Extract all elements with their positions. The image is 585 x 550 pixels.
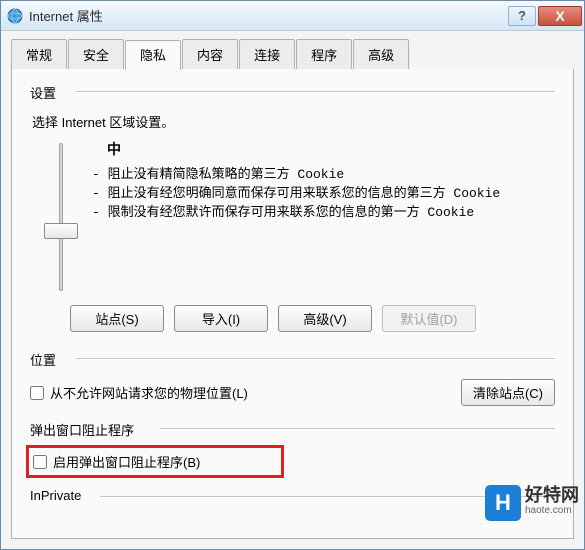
settings-button-row: 站点(S) 导入(I) 高级(V) 默认值(D): [70, 305, 555, 332]
enable-popup-blocker-row[interactable]: 启用弹出窗口阻止程序(B): [33, 452, 277, 471]
watermark-badge: H: [485, 485, 521, 521]
tab-security[interactable]: 安全: [68, 39, 124, 69]
divider: [160, 428, 555, 429]
location-row: 从不允许网站请求您的物理位置(L) 清除站点(C): [30, 379, 555, 406]
bullet-2: - 阻止没有经您明确同意而保存可用来联系您的信息的第三方 Cookie: [92, 184, 555, 203]
enable-popup-blocker-label: 启用弹出窗口阻止程序(B): [53, 452, 200, 471]
divider: [76, 358, 555, 359]
clear-sites-button[interactable]: 清除站点(C): [461, 379, 555, 406]
window-title: Internet 属性: [29, 6, 506, 25]
never-allow-location-label: 从不允许网站请求您的物理位置(L): [50, 383, 248, 402]
divider: [76, 91, 555, 92]
watermark: H 好特网 haote.com: [485, 485, 579, 521]
titlebar: Internet 属性 ? X: [1, 1, 584, 31]
slider-thumb[interactable]: [44, 223, 78, 239]
location-section-label: 位置: [30, 350, 555, 369]
close-button[interactable]: X: [538, 6, 582, 26]
bullet-1: - 阻止没有精简隐私策略的第三方 Cookie: [92, 165, 555, 184]
advanced-button[interactable]: 高级(V): [278, 305, 372, 332]
slider-groove: [59, 143, 63, 291]
tab-panel-privacy: 设置 选择 Internet 区域设置。 中 - 阻止没有精简隐私策略的第三方 …: [11, 69, 574, 539]
help-button[interactable]: ?: [508, 6, 536, 26]
import-button[interactable]: 导入(I): [174, 305, 268, 332]
dialog-body: 常规 安全 隐私 内容 连接 程序 高级 设置 选择 Internet 区域设置…: [1, 31, 584, 549]
privacy-level-label: 中: [74, 139, 154, 159]
settings-subtitle: 选择 Internet 区域设置。: [32, 112, 555, 131]
internet-icon: [7, 8, 23, 24]
watermark-main: 好特网: [525, 487, 579, 503]
tab-privacy[interactable]: 隐私: [125, 40, 181, 70]
privacy-level-description: 中 - 阻止没有精简隐私策略的第三方 Cookie - 阻止没有经您明确同意而保…: [92, 139, 555, 222]
popup-blocker-section-label: 弹出窗口阻止程序: [30, 420, 555, 439]
watermark-sub: haote.com: [525, 503, 579, 519]
settings-section-label: 设置: [30, 83, 555, 102]
tab-advanced[interactable]: 高级: [353, 39, 409, 69]
default-button: 默认值(D): [382, 305, 476, 332]
tabbar: 常规 安全 隐私 内容 连接 程序 高级: [11, 39, 574, 70]
never-allow-location-checkbox[interactable]: [30, 386, 44, 400]
privacy-slider-area: 中 - 阻止没有精简隐私策略的第三方 Cookie - 阻止没有经您明确同意而保…: [30, 139, 555, 291]
privacy-slider[interactable]: [52, 143, 70, 291]
tab-content[interactable]: 内容: [182, 39, 238, 69]
bullet-3: - 限制没有经您默许而保存可用来联系您的信息的第一方 Cookie: [92, 203, 555, 222]
never-allow-location-row[interactable]: 从不允许网站请求您的物理位置(L): [30, 383, 248, 402]
dialog-window: Internet 属性 ? X 常规 安全 隐私 内容 连接 程序 高级 设置 …: [0, 0, 585, 550]
sites-button[interactable]: 站点(S): [70, 305, 164, 332]
popup-blocker-highlight: 启用弹出窗口阻止程序(B): [26, 445, 284, 478]
inprivate-section-label: InPrivate: [30, 488, 555, 503]
tab-programs[interactable]: 程序: [296, 39, 352, 69]
watermark-text: 好特网 haote.com: [525, 487, 579, 519]
tab-connections[interactable]: 连接: [239, 39, 295, 69]
tab-general[interactable]: 常规: [11, 39, 67, 69]
enable-popup-blocker-checkbox[interactable]: [33, 455, 47, 469]
